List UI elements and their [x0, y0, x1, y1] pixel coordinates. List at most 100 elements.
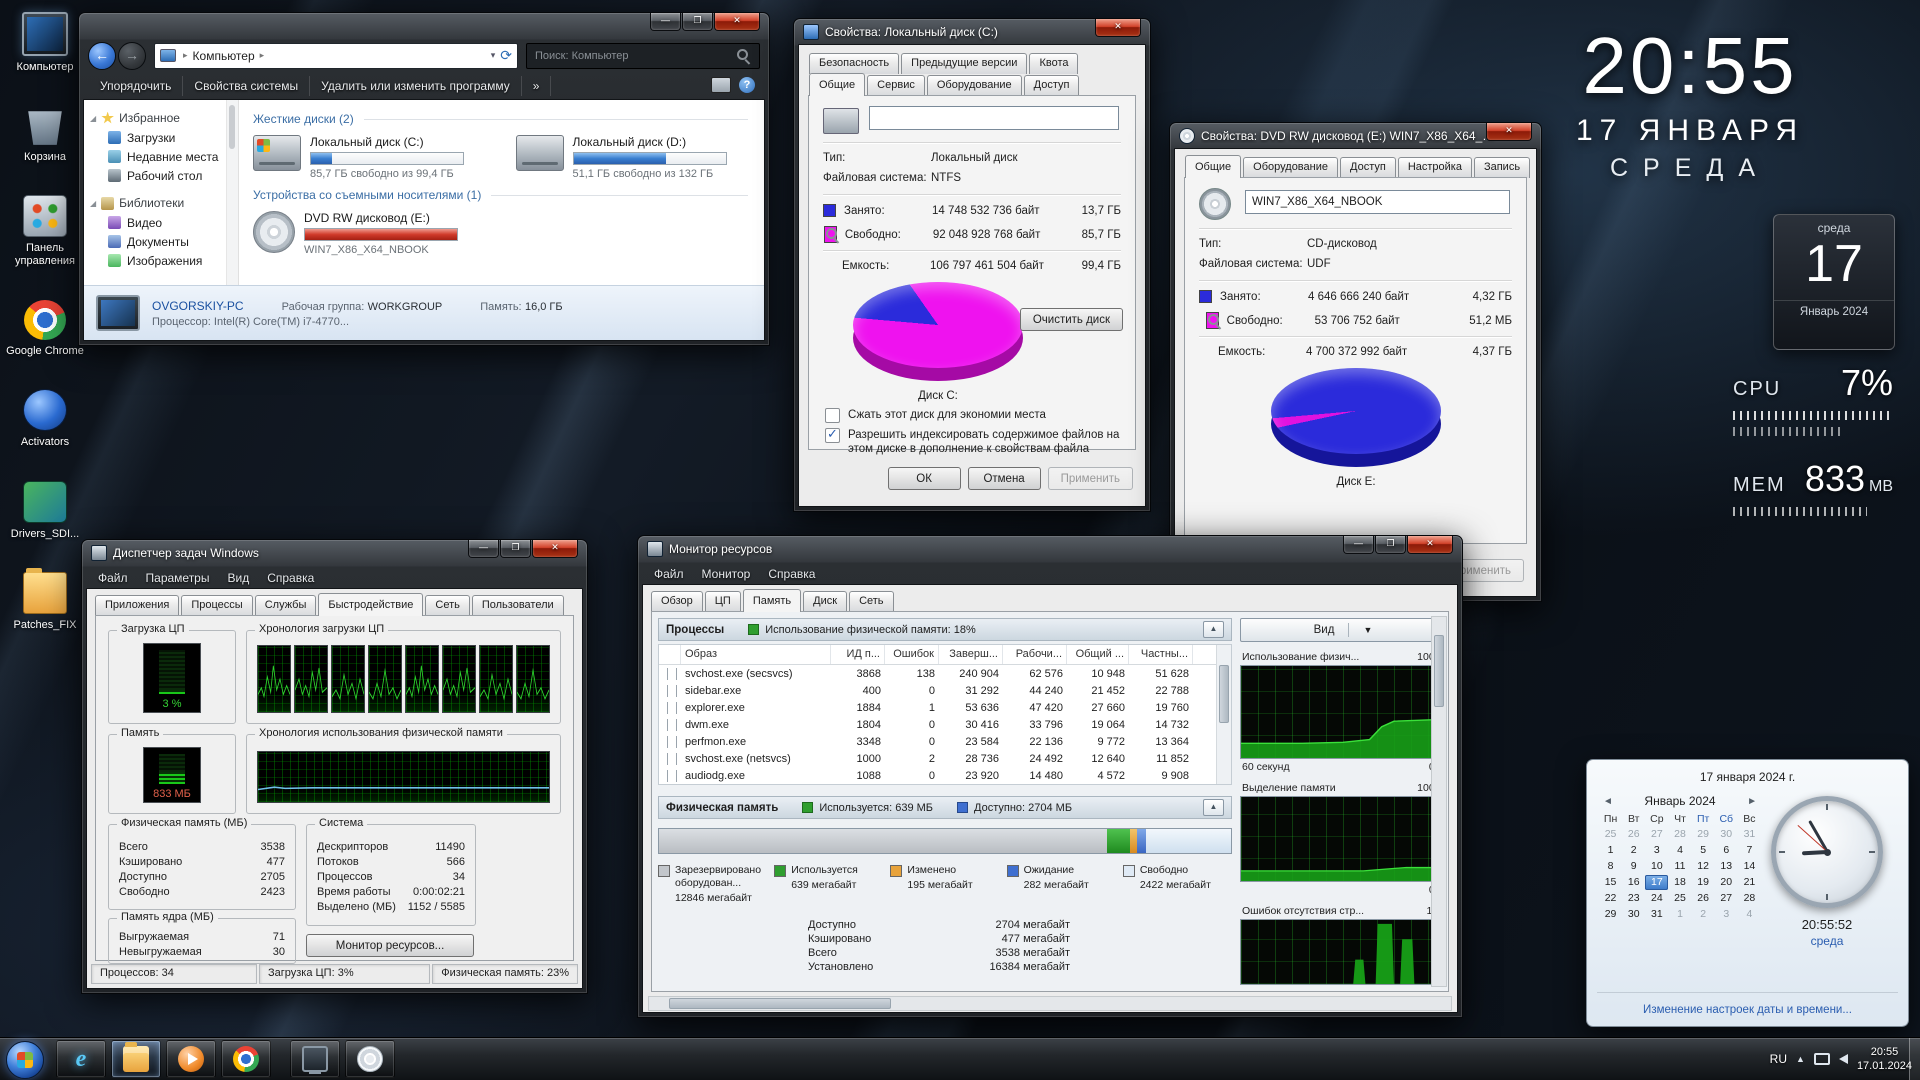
month-label[interactable]: Январь 2024 [1644, 794, 1715, 808]
tab[interactable]: Оборудование [1243, 157, 1338, 178]
menu-item[interactable]: Параметры [137, 569, 219, 587]
minimize-button[interactable]: — [1343, 536, 1374, 554]
process-row[interactable]: audiodg.exe10880 23 92014 4804 572 9 908 [659, 767, 1217, 784]
resource-monitor-button[interactable]: Монитор ресурсов... [306, 934, 474, 957]
calendar-day[interactable]: 2 [1692, 907, 1715, 922]
tab[interactable]: Настройка [1398, 157, 1472, 178]
taskbar-app-button[interactable] [56, 1040, 106, 1078]
sidebar-group-favorites[interactable]: ◢ Избранное [84, 108, 226, 128]
resource-monitor-titlebar[interactable]: Монитор ресурсов — ❐ ✕ [638, 536, 1462, 562]
calendar-day[interactable]: 28 [1738, 891, 1761, 906]
calendar-day[interactable]: 30 [1715, 827, 1738, 842]
calendar-day[interactable]: 31 [1738, 827, 1761, 842]
view-dropdown-button[interactable]: Вид ▼ [1240, 618, 1446, 642]
close-button[interactable]: ✕ [714, 13, 760, 31]
calendar-day[interactable]: 27 [1645, 827, 1668, 842]
calendar-gadget[interactable]: среда 17 Январь 2024 [1773, 214, 1895, 350]
language-indicator[interactable]: RU [1770, 1052, 1787, 1066]
taskbar-app-button[interactable] [345, 1040, 395, 1078]
calendar-day[interactable]: 21 [1738, 875, 1761, 890]
expander-icon[interactable]: ◢ [90, 114, 96, 123]
apply-button[interactable]: Применить [1048, 467, 1133, 490]
calendar-day[interactable]: 6 [1715, 843, 1738, 858]
tray-clock[interactable]: 20:55 17.01.2024 [1857, 1045, 1912, 1074]
process-checkbox[interactable] [667, 770, 677, 782]
calendar-day[interactable]: 29 [1599, 907, 1622, 922]
taskbar-app-button[interactable] [166, 1040, 216, 1078]
column-header[interactable]: Заверш... [939, 645, 1003, 664]
process-checkbox[interactable] [667, 736, 677, 748]
tab[interactable]: Оборудование [927, 75, 1022, 96]
sidebar-group-libraries[interactable]: ◢ Библиотеки [84, 193, 226, 213]
change-view-icon[interactable] [711, 77, 731, 93]
ok-button[interactable]: ОК [888, 467, 961, 490]
search-input[interactable]: Поиск: Компьютер [526, 43, 760, 69]
tab[interactable]: Быстродействие [318, 593, 423, 616]
next-month-icon[interactable]: ► [1747, 796, 1757, 807]
desktop-icon[interactable]: Drivers_SDI... [2, 481, 88, 541]
refresh-icon[interactable]: ⟳ [500, 47, 512, 64]
tab[interactable]: Предыдущие версии [901, 53, 1027, 74]
calendar-day[interactable]: 31 [1645, 907, 1668, 922]
sidebar-scrollbar[interactable] [226, 100, 239, 286]
toolbar-button[interactable]: » [522, 76, 552, 96]
menu-item[interactable]: Справка [258, 569, 323, 587]
process-row[interactable]: dwm.exe18040 30 41633 79619 064 14 732 [659, 716, 1217, 733]
calendar-day[interactable]: 15 [1599, 875, 1622, 890]
calendar-day[interactable]: 16 [1622, 875, 1645, 890]
tab[interactable]: Общие [1185, 155, 1241, 178]
horizontal-scrollbar[interactable] [648, 996, 1452, 1011]
volume-label-input[interactable]: WIN7_X86_X64_NBOOK [1245, 190, 1510, 214]
calendar-day[interactable]: 24 [1645, 891, 1668, 906]
calendar-day[interactable]: 27 [1715, 891, 1738, 906]
calendar-day[interactable]: 25 [1668, 891, 1691, 906]
explorer-titlebar[interactable]: — ❐ ✕ [79, 13, 769, 39]
taskbar-app-button[interactable] [111, 1040, 161, 1078]
tab[interactable]: Квота [1029, 53, 1078, 74]
start-button[interactable] [6, 1041, 44, 1079]
sidebar-item[interactable]: Видео [84, 213, 226, 232]
tab[interactable]: Приложения [95, 595, 179, 616]
close-button[interactable]: ✕ [532, 540, 578, 558]
calendar-day[interactable]: 3 [1645, 843, 1668, 858]
process-row[interactable]: perfmon.exe33480 23 58422 1369 772 13 36… [659, 733, 1217, 750]
calendar-day[interactable]: 3 [1715, 907, 1738, 922]
tab[interactable]: Память [743, 589, 801, 612]
address-dropdown-icon[interactable]: ▾ [491, 50, 496, 61]
change-datetime-link[interactable]: Изменение настроек даты и времени... [1587, 1004, 1908, 1016]
calendar-day[interactable]: 1 [1668, 907, 1691, 922]
desktop-icon[interactable]: Google Chrome [2, 300, 88, 358]
maximize-button[interactable]: ❐ [1375, 536, 1406, 554]
tray-expand-icon[interactable]: ▲ [1796, 1054, 1805, 1064]
column-header[interactable]: Рабочи... [1003, 645, 1067, 664]
calendar-day[interactable]: 14 [1738, 859, 1761, 874]
tab[interactable]: Общие [809, 73, 865, 96]
sidebar-item[interactable]: Документы [84, 232, 226, 251]
calendar-day[interactable]: 25 [1599, 827, 1622, 842]
breadcrumb[interactable]: Компьютер [193, 49, 255, 63]
page-scrollbar[interactable] [1431, 616, 1447, 987]
minimize-button[interactable]: — [468, 540, 499, 558]
tab[interactable]: Сервис [867, 75, 925, 96]
expander-icon[interactable]: ◢ [90, 199, 96, 208]
display-tray-icon[interactable] [1814, 1053, 1830, 1065]
calendar-day[interactable]: 30 [1622, 907, 1645, 922]
process-checkbox[interactable] [667, 719, 677, 731]
process-checkbox[interactable] [667, 702, 677, 714]
menu-item[interactable]: Файл [89, 569, 137, 587]
calendar-day[interactable]: 19 [1692, 875, 1715, 890]
calendar-day[interactable]: 20 [1715, 875, 1738, 890]
desktop-icon[interactable]: Patches_FIX [2, 572, 88, 632]
calendar-day[interactable]: 8 [1599, 859, 1622, 874]
taskbar-app-button[interactable] [221, 1040, 271, 1078]
column-header[interactable]: Общий ... [1067, 645, 1129, 664]
column-header[interactable]: Образ [681, 645, 831, 664]
tab[interactable]: Диск [803, 591, 847, 612]
tab[interactable]: Доступ [1024, 75, 1080, 96]
minimize-button[interactable]: — [650, 13, 681, 31]
task-manager-titlebar[interactable]: Диспетчер задач Windows — ❐ ✕ [82, 540, 587, 566]
tab[interactable]: Доступ [1340, 157, 1396, 178]
disk-cleanup-button[interactable]: Очистить диск [1020, 308, 1123, 331]
tab[interactable]: Процессы [181, 595, 252, 616]
sidebar-item[interactable]: Недавние места [84, 147, 226, 166]
